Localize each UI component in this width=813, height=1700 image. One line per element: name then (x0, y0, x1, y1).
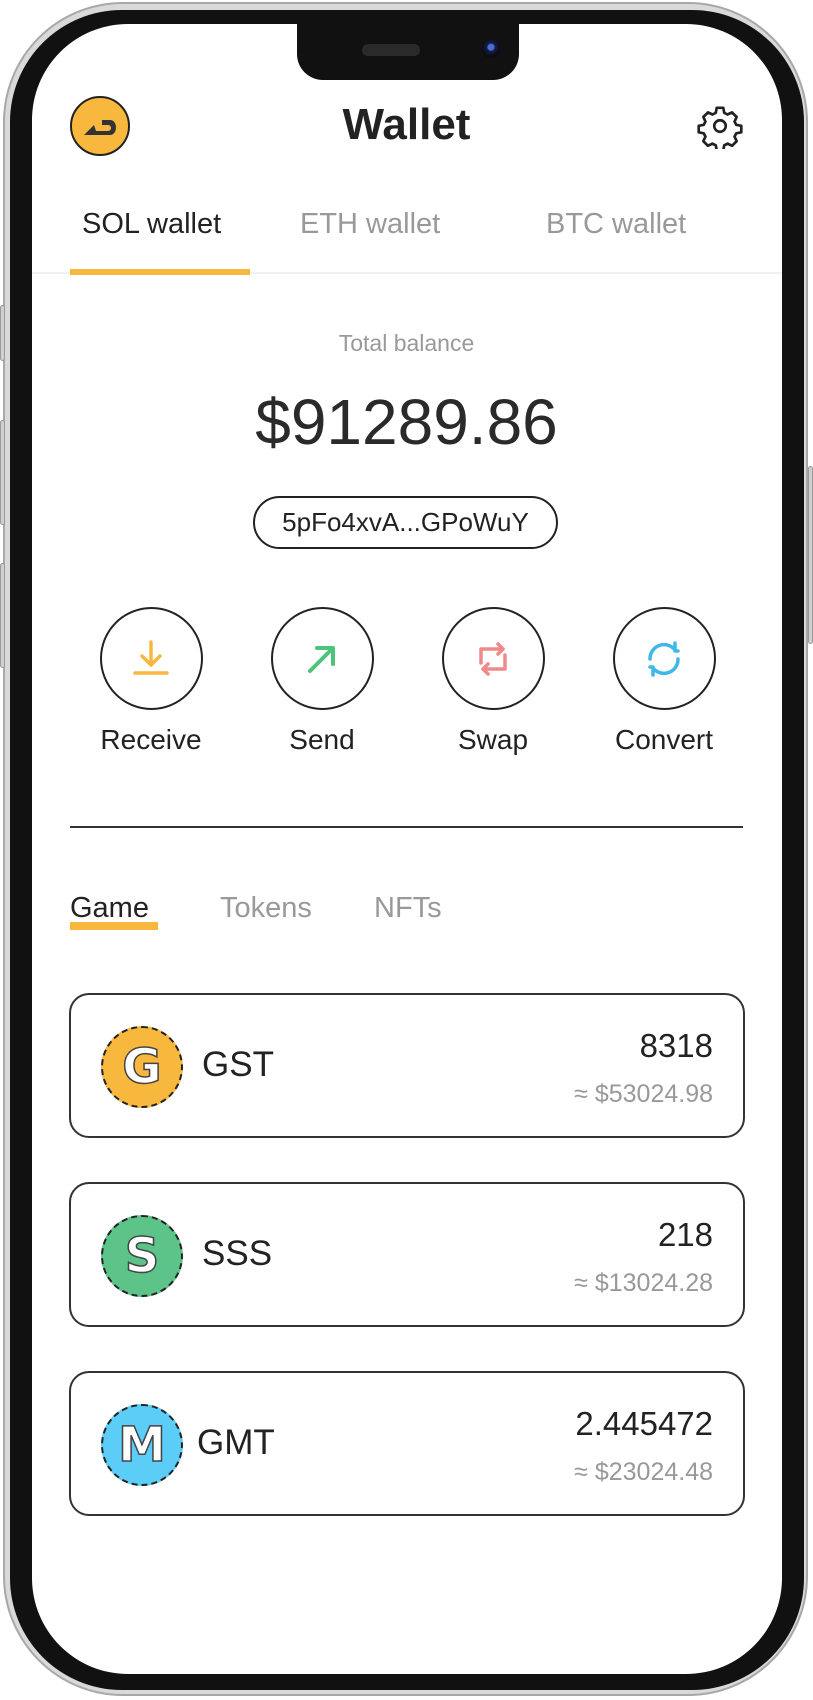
receive-label: Receive (100, 724, 202, 755)
wallet-address-button[interactable]: 5pFo4xvA...GPoWuY (253, 496, 558, 549)
swap-circle (441, 607, 545, 710)
gst-coin-icon: G (101, 1026, 183, 1108)
section-divider (70, 826, 743, 828)
download-icon (133, 639, 169, 675)
token-symbol: GST (202, 1045, 274, 1084)
convert-label: Convert (614, 724, 714, 755)
gear-icon (697, 106, 743, 152)
token-card-sss[interactable]: S SSS 218 ≈ $13024.28 (69, 1182, 745, 1327)
token-amount: 8318 (639, 1027, 713, 1064)
page-title: Wallet (342, 100, 471, 149)
speaker-grille (362, 44, 420, 56)
token-symbol: SSS (202, 1234, 273, 1273)
active-tab-indicator (70, 269, 250, 275)
token-amount: 2.445472 (575, 1405, 713, 1442)
swap-button[interactable]: Swap (440, 607, 546, 756)
tab-sol-wallet[interactable]: SOL wallet (82, 208, 221, 241)
send-circle (270, 607, 374, 710)
wallet-address: 5pFo4xvA...GPoWuY (282, 507, 529, 537)
gmt-coin-icon: M (101, 1404, 183, 1486)
refresh-icon (648, 640, 680, 677)
tab-btc-wallet[interactable]: BTC wallet (546, 208, 686, 241)
token-usd-value: ≈ $53024.98 (574, 1080, 713, 1108)
send-button[interactable]: Send (269, 607, 375, 756)
send-label: Send (289, 724, 355, 755)
convert-button[interactable]: Convert (611, 607, 717, 756)
side-button-volume-down (0, 563, 5, 668)
receive-circle (99, 607, 203, 710)
token-usd-value: ≈ $23024.48 (574, 1458, 713, 1486)
total-balance-value: $91289.86 (255, 386, 558, 458)
swap-icon (479, 641, 507, 676)
token-card-gst[interactable]: G GST 8318 ≈ $53024.98 (69, 993, 745, 1138)
tab-tokens[interactable]: Tokens (220, 892, 312, 925)
arrow-up-right-icon (308, 645, 335, 673)
token-amount: 218 (657, 1216, 713, 1253)
receive-button[interactable]: Receive (98, 607, 204, 756)
side-button-power (808, 466, 813, 644)
token-symbol: GMT (197, 1423, 275, 1462)
tab-nfts[interactable]: NFTs (374, 892, 442, 925)
tab-game[interactable]: Game (70, 892, 149, 925)
wallet-tabs: SOL wallet ETH wallet BTC wallet (32, 208, 782, 275)
convert-circle (612, 607, 716, 710)
tab-eth-wallet[interactable]: ETH wallet (300, 208, 440, 241)
token-usd-value: ≈ $13024.28 (574, 1269, 713, 1297)
total-balance-label: Total balance (338, 330, 475, 356)
settings-button[interactable] (697, 103, 743, 152)
sss-coin-icon: S (101, 1215, 183, 1297)
front-camera (482, 40, 500, 58)
swap-label: Swap (457, 724, 529, 755)
token-card-gmt[interactable]: M GMT 2.445472 ≈ $23024.48 (69, 1371, 745, 1516)
